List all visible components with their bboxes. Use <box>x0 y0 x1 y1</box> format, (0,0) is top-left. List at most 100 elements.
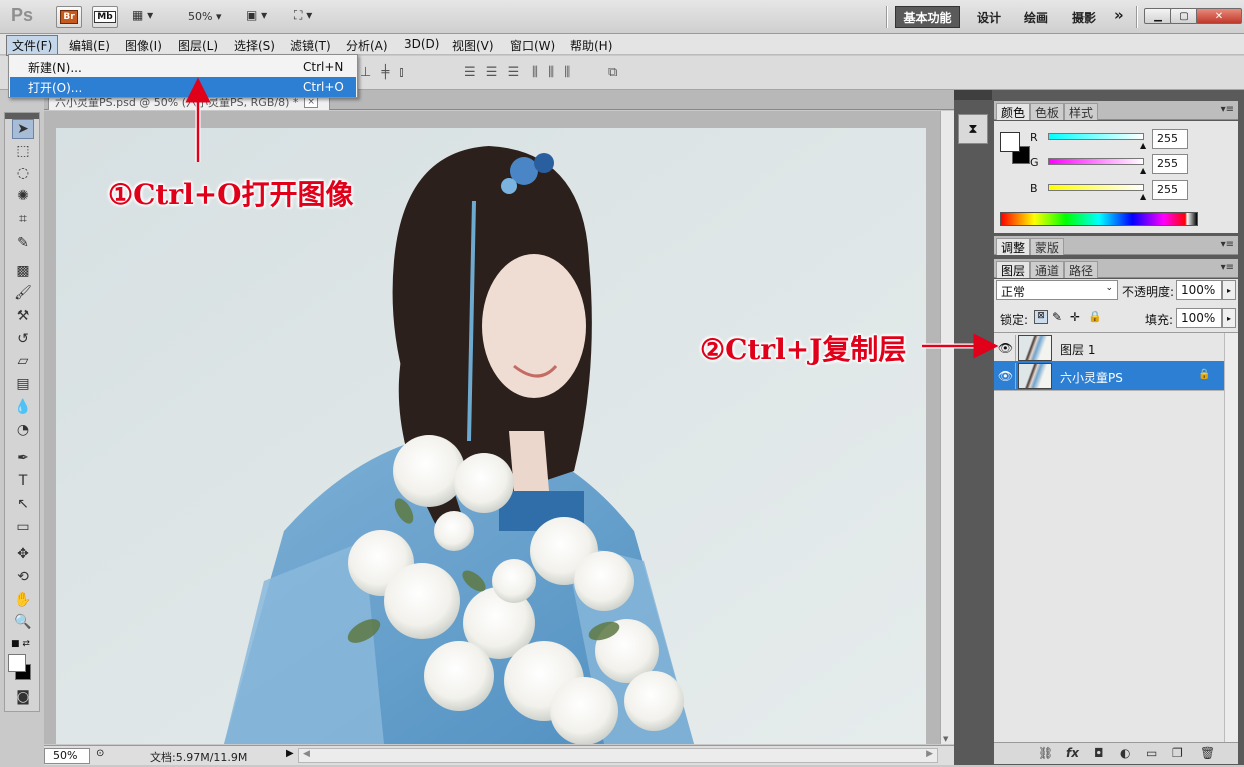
zoom-input[interactable]: 50% <box>44 748 90 764</box>
menu-image[interactable]: 图像(I) <box>125 37 162 54</box>
view-extras-button[interactable]: ▦ ▾ <box>132 8 153 22</box>
add-mask-icon[interactable]: ◘ <box>1094 746 1104 760</box>
tab-paths[interactable]: 路径 <box>1064 261 1099 278</box>
3d-orbit-tool-icon[interactable]: ⟲ <box>12 567 34 587</box>
auto-align-icon[interactable]: ⧉ <box>608 65 620 80</box>
panel-menu-icon[interactable]: ▾≡ <box>1221 262 1234 273</box>
distribute-icons[interactable]: ☰ ☰ ☰ <box>464 65 522 80</box>
arrange-documents-button[interactable]: ▣ ▾ <box>246 8 267 22</box>
vertical-scrollbar[interactable]: ▼ <box>940 111 954 744</box>
menu-filter[interactable]: 滤镜(T) <box>290 37 331 54</box>
status-menu-icon[interactable]: ⊙ <box>96 748 104 759</box>
align-icons[interactable]: ⊥ ╪ ⫾ <box>360 65 407 80</box>
lock-pixels-icon[interactable]: ✎ <box>1052 310 1062 324</box>
3d-rotate-tool-icon[interactable]: ✥ <box>12 544 34 564</box>
move-tool-icon[interactable]: ➤ <box>12 119 34 139</box>
green-value-field[interactable]: 255 <box>1152 154 1188 174</box>
menu-analysis[interactable]: 分析(A) <box>346 37 388 54</box>
layer-row[interactable]: 👁 图层 1 <box>994 333 1224 363</box>
foreground-color-swatch-panel[interactable] <box>1000 132 1020 152</box>
eyedropper-tool-icon[interactable]: ✎ <box>12 233 34 253</box>
blend-mode-select[interactable]: 正常 ⌄ <box>996 280 1118 300</box>
menu-edit[interactable]: 编辑(E) <box>69 37 110 54</box>
tab-layers[interactable]: 图层 <box>996 261 1031 278</box>
type-tool-icon[interactable]: T <box>12 471 34 491</box>
panel-menu-icon[interactable]: ▾≡ <box>1221 104 1234 115</box>
menu-file[interactable]: 文件(F) <box>6 35 59 56</box>
quick-mask-icon[interactable]: ◙ <box>12 687 34 707</box>
clone-stamp-tool-icon[interactable]: ⚒ <box>12 306 34 326</box>
distribute-horizontal-icons[interactable]: ⫼ ⫼ ⫼ <box>532 65 573 80</box>
scroll-left-icon[interactable]: ◀ <box>303 749 310 759</box>
tab-swatches[interactable]: 色板 <box>1030 103 1065 120</box>
horizontal-scrollbar[interactable]: ◀ ▶ <box>298 748 938 763</box>
blue-value-field[interactable]: 255 <box>1152 180 1188 200</box>
menu-item-open[interactable]: 打开(O)... Ctrl+O <box>10 77 356 97</box>
workspace-photography-button[interactable]: 摄影 <box>1072 9 1096 26</box>
close-window-button[interactable]: ✕ <box>1196 8 1242 24</box>
history-brush-tool-icon[interactable]: ↺ <box>12 329 34 349</box>
opacity-field[interactable]: 100% <box>1176 280 1222 300</box>
fx-icon[interactable]: fx <box>1066 746 1079 760</box>
tab-channels[interactable]: 通道 <box>1030 261 1065 278</box>
fill-arrow-icon[interactable]: ▸ <box>1222 308 1236 328</box>
default-colors-icon[interactable]: ■ ⇄ <box>11 639 30 649</box>
more-workspaces-icon[interactable]: » <box>1114 6 1124 24</box>
tab-masks[interactable]: 蒙版 <box>1030 238 1065 255</box>
new-group-icon[interactable]: ▭ <box>1146 746 1157 760</box>
scroll-right-icon[interactable]: ▶ <box>926 749 933 759</box>
menu-view[interactable]: 视图(V) <box>452 37 494 54</box>
opacity-arrow-icon[interactable]: ▸ <box>1222 280 1236 300</box>
foreground-color-swatch[interactable] <box>8 654 26 672</box>
menu-window[interactable]: 窗口(W) <box>510 37 555 54</box>
path-selection-tool-icon[interactable]: ↖ <box>12 494 34 514</box>
lasso-tool-icon[interactable]: ◌ <box>12 163 34 183</box>
crop-tool-icon[interactable]: ⌗ <box>12 209 34 229</box>
panel-menu-icon[interactable]: ▾≡ <box>1221 239 1234 250</box>
red-value-field[interactable]: 255 <box>1152 129 1188 149</box>
menu-layer[interactable]: 图层(L) <box>178 37 218 54</box>
eye-icon[interactable]: 👁 <box>996 363 1016 389</box>
new-layer-icon[interactable]: ❐ <box>1172 746 1183 760</box>
lock-transparency-icon[interactable]: ⊠ <box>1034 310 1048 324</box>
tab-adjustments[interactable]: 调整 <box>996 238 1031 255</box>
lock-all-icon[interactable]: 🔒 <box>1088 310 1102 323</box>
zoom-level-dropdown[interactable]: 50% ▾ <box>188 10 221 23</box>
layer-row-selected[interactable]: 👁 六小灵童PS 🔒 <box>994 361 1224 391</box>
maximize-button[interactable]: ▢ <box>1170 8 1198 24</box>
mini-bridge-button[interactable]: Mb <box>92 6 118 28</box>
tab-styles[interactable]: 样式 <box>1064 103 1099 120</box>
history-panel-icon[interactable]: ⧗ <box>958 114 988 144</box>
fill-field[interactable]: 100% <box>1176 308 1222 328</box>
menu-3d[interactable]: 3D(D) <box>404 37 439 51</box>
menu-select[interactable]: 选择(S) <box>234 37 275 54</box>
zoom-tool-icon[interactable]: 🔍 <box>12 612 34 632</box>
link-layers-icon[interactable]: ⛓ <box>1038 746 1053 760</box>
tab-color[interactable]: 颜色 <box>996 103 1031 120</box>
gradient-tool-icon[interactable]: ▤ <box>12 374 34 394</box>
lock-position-icon[interactable]: ✛ <box>1070 310 1080 324</box>
blur-tool-icon[interactable]: 💧 <box>12 397 34 417</box>
marquee-tool-icon[interactable]: ⬚ <box>12 141 34 161</box>
workspace-painting-button[interactable]: 绘画 <box>1024 9 1048 26</box>
shape-tool-icon[interactable]: ▭ <box>12 517 34 537</box>
screen-mode-button[interactable]: ⛶ ▾ <box>294 8 312 23</box>
eye-icon[interactable]: 👁 <box>996 335 1016 361</box>
pen-tool-icon[interactable]: ✒ <box>12 448 34 468</box>
menu-item-new[interactable]: 新建(N)... Ctrl+N <box>10 57 356 77</box>
minimize-button[interactable]: ▁ <box>1144 8 1172 24</box>
quick-selection-tool-icon[interactable]: ✺ <box>12 186 34 206</box>
scroll-down-icon[interactable]: ▼ <box>943 735 948 743</box>
brush-tool-icon[interactable]: 🖌 <box>12 283 34 303</box>
healing-brush-tool-icon[interactable]: ▩ <box>12 261 34 281</box>
workspace-design-button[interactable]: 设计 <box>977 9 1001 26</box>
dodge-tool-icon[interactable]: ◔ <box>12 420 34 440</box>
eraser-tool-icon[interactable]: ▱ <box>12 351 34 371</box>
delete-layer-icon[interactable]: 🗑 <box>1200 746 1215 760</box>
hand-tool-icon[interactable]: ✋ <box>12 590 34 610</box>
adjustment-layer-icon[interactable]: ◐ <box>1120 746 1130 760</box>
status-arrow-icon[interactable]: ▶ <box>286 748 294 759</box>
launch-bridge-button[interactable]: Br <box>56 6 82 28</box>
color-spectrum-bar[interactable] <box>1000 212 1198 226</box>
layers-scrollbar[interactable] <box>1224 333 1238 742</box>
